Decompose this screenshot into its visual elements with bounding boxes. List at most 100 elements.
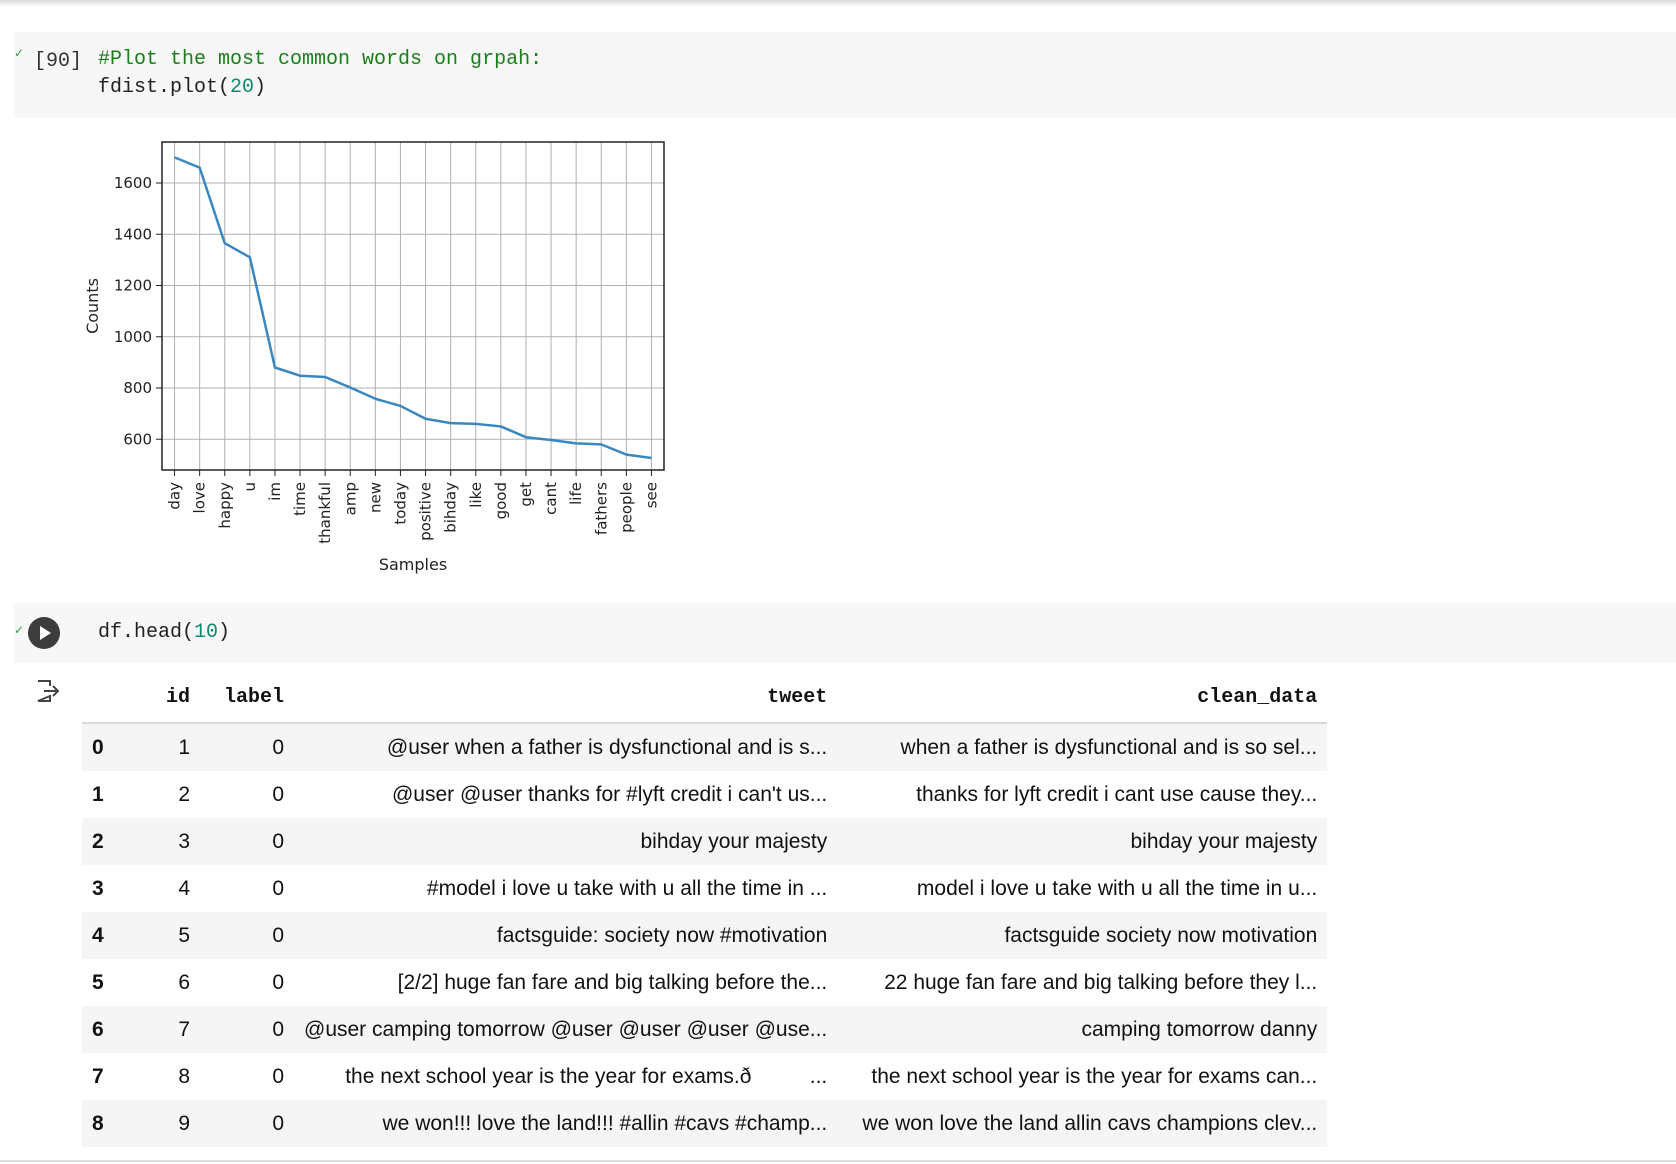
code-paren: ) — [218, 621, 231, 644]
header-index — [82, 672, 140, 724]
cell-id: 3 — [140, 818, 200, 865]
x-tick-label: people — [617, 482, 635, 533]
row-index: 0 — [82, 723, 140, 771]
bottom-divider — [0, 1160, 1676, 1162]
cell-tweet: bihday your majesty — [294, 818, 838, 865]
y-axis-label: Counts — [84, 278, 102, 334]
y-tick-label: 1600 — [114, 174, 152, 192]
code-editor[interactable]: df.head(10) — [98, 619, 230, 647]
cell-id: 9 — [140, 1100, 200, 1147]
x-tick-label: day — [166, 482, 184, 510]
x-tick-label: positive — [417, 482, 435, 541]
series-line — [174, 156, 652, 460]
cell-id: 2 — [178, 782, 190, 806]
row-index: 4 — [82, 912, 140, 959]
code-number: 10 — [194, 621, 219, 644]
x-axis-label: Samples — [379, 555, 447, 574]
plot-frame — [161, 141, 665, 471]
row-index: 2 — [82, 818, 140, 865]
y-tick-label: 1200 — [114, 277, 152, 295]
frequency-line-chart: 600 800 1000 1200 1400 1600 day love happy u im tim… — [84, 141, 665, 574]
cell-id: 6 — [178, 970, 190, 994]
code-call: fdist.plot( — [98, 76, 231, 99]
y-tick-label: 1000 — [114, 328, 152, 346]
cell-tweet: @user camping tomorrow @user @user @user… — [294, 1006, 838, 1053]
output-icon[interactable] — [34, 678, 60, 704]
cell-label: 0 — [200, 818, 294, 865]
x-tick-label: u — [241, 482, 259, 492]
code-comment: #Plot the most common words on grpah: — [98, 48, 543, 71]
x-tick-label: fathers — [592, 482, 610, 535]
table-row: 5 6 0 [2/2] huge fan fare and big talkin… — [82, 959, 1327, 1006]
cell-label: 0 — [272, 970, 284, 994]
row-index: 5 — [92, 970, 104, 994]
x-tick-label: life — [567, 482, 585, 505]
y-tick-label: 800 — [123, 379, 152, 397]
cell-clean-data: when a father is dysfunctional and is so… — [837, 723, 1328, 771]
cell-tweet: @user when a father is dysfunctional and… — [294, 723, 838, 771]
cell-clean-data: thanks for lyft credit i cant use cause … — [916, 782, 1318, 806]
x-tick-label: time — [291, 482, 309, 516]
x-tick-label: im — [266, 482, 284, 501]
x-tick-label: see — [642, 482, 660, 508]
code-number: 20 — [230, 76, 255, 99]
x-tick-label: like — [467, 482, 485, 508]
row-index: 8 — [82, 1100, 140, 1147]
cell-clean-data: the next school year is the year for exa… — [871, 1064, 1318, 1088]
x-tick-label: get — [517, 482, 535, 507]
x-tick-label: bihday — [442, 482, 460, 533]
table-row: 6 7 0 @user camping tomorrow @user @user… — [82, 1006, 1328, 1053]
cell-label: 0 — [272, 782, 284, 806]
table-row: 7 8 0 the next school year is the year f… — [82, 1053, 1327, 1100]
table-row: 8 9 0 we won!!! love the land!!! #allin … — [82, 1100, 1328, 1147]
cell-clean-data: camping tomorrow danny — [837, 1006, 1328, 1053]
cell-tweet: [2/2] huge fan fare and big talking befo… — [397, 970, 828, 994]
header-clean-data: clean_data — [837, 672, 1328, 724]
cell-id: 8 — [178, 1064, 190, 1088]
x-tick-label: happy — [216, 482, 234, 529]
check-icon: ✓ — [14, 46, 25, 60]
code-cell-plot[interactable]: ✓ [90] #Plot the most common words on gr… — [14, 32, 1676, 118]
x-tick-label: amp — [341, 482, 359, 515]
x-tick-label: cant — [542, 482, 560, 515]
x-tick-label: today — [391, 482, 409, 525]
cell-clean-data: model i love u take with u all the time … — [916, 876, 1318, 900]
cell-tweet: factsguide: society now #motivation — [294, 912, 838, 959]
execution-count: [90] — [34, 50, 83, 73]
table-header-row: id label tweet clean_data — [82, 672, 1328, 724]
table-row: 1 2 0 @user @user thanks for #lyft credi… — [82, 771, 1327, 818]
cell-tweet: @user @user thanks for #lyft credit i ca… — [391, 782, 828, 806]
x-tick-label: new — [366, 482, 384, 513]
cell-label: 0 — [200, 723, 294, 771]
header-tweet: tweet — [294, 672, 838, 724]
cell-label: 0 — [272, 876, 284, 900]
cell-clean-data: we won love the land allin cavs champion… — [837, 1100, 1328, 1147]
header-id: id — [140, 672, 200, 724]
cell-id: 7 — [140, 1006, 200, 1053]
row-index: 7 — [92, 1064, 104, 1088]
x-tick-label: thankful — [316, 482, 334, 544]
dataframe-output: id label tweet clean_data 0 1 0 @user wh… — [82, 672, 1328, 1147]
cell-tweet: we won!!! love the land!!! #allin #cavs … — [294, 1100, 838, 1147]
top-border — [0, 0, 1676, 6]
row-index: 3 — [92, 876, 104, 900]
row-index: 1 — [92, 782, 104, 806]
cell-id: 1 — [140, 723, 200, 771]
row-index: 6 — [82, 1006, 140, 1053]
run-cell-button[interactable] — [28, 617, 60, 649]
code-editor[interactable]: #Plot the most common words on grpah: fd… — [98, 46, 542, 102]
cell-id: 5 — [140, 912, 200, 959]
code-cell-head[interactable]: ✓ df.head(10) — [14, 603, 1676, 663]
x-tick-label: good — [492, 482, 510, 519]
cell-label: 0 — [200, 1100, 294, 1147]
table-row: 0 1 0 @user when a father is dysfunction… — [82, 723, 1328, 771]
cell-id: 4 — [178, 876, 190, 900]
cell-tweet: #model i love u take with u all the time… — [426, 876, 828, 900]
cell-clean-data: factsguide society now motivation — [837, 912, 1328, 959]
cell-label: 0 — [272, 1064, 284, 1088]
table-row: 2 3 0 bihday your majesty bihday your ma… — [82, 818, 1328, 865]
y-tick-label: 1400 — [114, 225, 152, 243]
cell-label: 0 — [200, 912, 294, 959]
code-paren: ) — [254, 76, 267, 99]
code-call: df.head( — [98, 621, 195, 644]
